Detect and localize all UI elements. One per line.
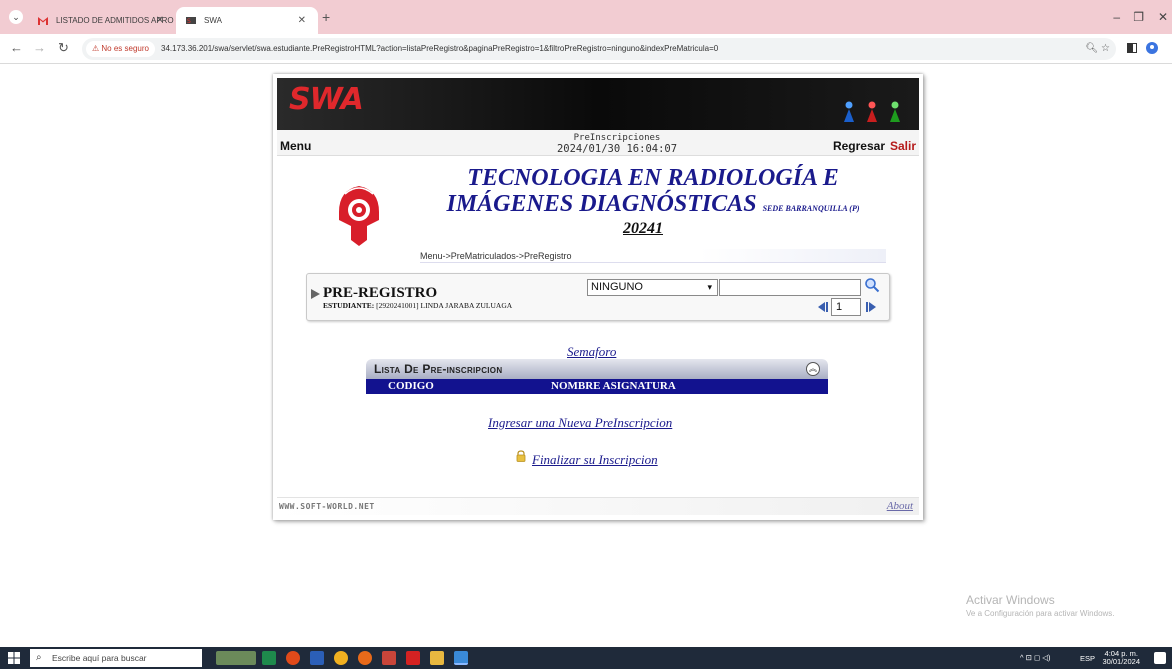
swa-logo: SWA <box>289 82 364 117</box>
nueva-preinscripcion-link[interactable]: Ingresar una Nueva PreInscripcion <box>488 415 672 431</box>
people-icon <box>844 101 900 122</box>
program-title: TECNOLOGIA EN RADIOLOGÍA E IMÁGENES DIAG… <box>413 165 893 222</box>
lock-icon <box>516 450 526 462</box>
language-indicator[interactable]: ESP <box>1080 654 1095 663</box>
acrobat-icon[interactable] <box>406 651 420 665</box>
url-field[interactable]: ⚠ No es seguro 34.173.36.201/swa/servlet/… <box>82 38 1116 60</box>
back-icon[interactable]: ← <box>10 40 23 55</box>
url-text: 34.173.36.201/swa/servlet/swa.estudiante… <box>161 44 719 53</box>
list-header: Lista De Pre-inscripcion ︽ <box>366 359 828 379</box>
taskbar-search-input[interactable]: ⌕ Escribe aquí para buscar <box>30 649 202 667</box>
datetime: 2024/01/30 16:04:07 <box>556 143 678 155</box>
preregistro-panel: PRE-REGISTRO ESTUDIANTE: [2920241001] LI… <box>306 273 890 321</box>
period-label: 20241 <box>623 220 663 237</box>
watermark-title: Activar Windows <box>966 593 1055 607</box>
search-icon[interactable] <box>864 277 880 293</box>
collapse-icon[interactable]: ︽ <box>806 362 820 376</box>
search-icon: ⌕ <box>36 652 42 663</box>
swa-favicon-icon: S <box>186 17 196 25</box>
tab-listado-admitidos[interactable]: LISTADO DE ADMITIDOS APRO ✕ <box>28 7 176 34</box>
footer: WWW.SOFT-WORLD.NET About <box>277 497 919 515</box>
swa-window: SWA Menu PreInscripciones 2024/01/30 16:… <box>273 74 923 520</box>
column-nombre-asignatura: NOMBRE ASIGNATURA <box>551 380 676 392</box>
student-value: [2920241001] LINDA JARABA ZULUAGA <box>376 301 513 310</box>
regresar-link[interactable]: Regresar <box>833 139 885 153</box>
windows-activation-watermark: Activar Windows Ve a Configuración para … <box>966 593 1115 618</box>
student-label: ESTUDIANTE: <box>323 301 375 310</box>
chrome-icon[interactable] <box>334 651 348 665</box>
word-icon[interactable] <box>310 651 324 665</box>
close-tab-icon[interactable]: ✕ <box>156 7 164 34</box>
preinscripcion-list: Lista De Pre-inscripcion ︽ CODIGO NOMBRE… <box>366 359 828 396</box>
news-widget-icon[interactable] <box>216 651 256 665</box>
reload-icon[interactable]: ↻ <box>58 40 69 56</box>
windows-taskbar: ⌕ Escribe aquí para buscar ^ ⊡ ◻ ◁) ESP … <box>0 647 1172 669</box>
page-number-input[interactable]: 1 <box>831 298 861 316</box>
close-window-icon[interactable]: ✕ <box>1158 10 1168 24</box>
close-tab-icon[interactable]: ✕ <box>298 7 306 34</box>
salir-link[interactable]: Salir <box>890 139 916 153</box>
sidepanel-icon[interactable] <box>1126 42 1138 54</box>
address-bar-row: ← → ↻ ⚠ No es seguro 34.173.36.201/swa/se… <box>0 34 1172 64</box>
taskbar-search-placeholder: Escribe aquí para buscar <box>52 653 147 663</box>
search-input[interactable] <box>719 279 861 296</box>
tab-label: SWA <box>204 16 222 25</box>
filter-selected-value: NINGUNO <box>591 281 643 293</box>
footer-brand: WWW.SOFT-WORLD.NET <box>279 502 375 511</box>
filter-select[interactable]: NINGUNO ▾ <box>587 279 718 296</box>
swa-banner: SWA <box>277 78 919 130</box>
excel-icon[interactable] <box>262 651 276 665</box>
list-title: Lista De Pre-inscripcion <box>374 362 503 376</box>
page-viewport: SWA Menu PreInscripciones 2024/01/30 16:… <box>0 64 1172 638</box>
not-secure-badge[interactable]: ⚠ No es seguro <box>86 41 155 57</box>
minimize-icon[interactable]: – <box>1113 10 1120 24</box>
list-column-header: CODIGO NOMBRE ASIGNATURA <box>366 379 828 394</box>
previous-page-icon[interactable] <box>817 301 829 313</box>
preregistro-heading: PRE-REGISTRO <box>323 285 438 301</box>
tab-swa[interactable]: S SWA ✕ <box>176 7 318 34</box>
menu-link[interactable]: Menu <box>280 139 311 153</box>
about-link[interactable]: About <box>887 500 913 512</box>
firefox-icon[interactable] <box>358 651 372 665</box>
sede-label: SEDE BARRANQUILLA (P) <box>762 204 860 213</box>
notification-icon[interactable] <box>1154 652 1166 664</box>
semaforo-link[interactable]: Semaforo <box>567 344 616 360</box>
svg-text:S: S <box>187 18 191 25</box>
breadcrumb: Menu->PreMatriculados->PreRegistro <box>420 249 886 263</box>
chrome-active-icon[interactable] <box>454 651 468 665</box>
clock-date: 30/01/2024 <box>1102 657 1140 666</box>
chevron-down-icon: ▾ <box>707 282 712 292</box>
maximize-icon[interactable]: ❐ <box>1133 10 1144 24</box>
new-tab-icon[interactable]: + <box>322 9 330 25</box>
file-explorer-icon[interactable] <box>430 651 444 665</box>
student-info: ESTUDIANTE: [2920241001] LINDA JARABA ZU… <box>323 301 512 310</box>
column-codigo: CODIGO <box>388 380 434 392</box>
profile-icon[interactable] <box>1146 42 1158 54</box>
powerpoint-icon[interactable] <box>382 651 396 665</box>
institution-logo-icon <box>339 186 379 246</box>
next-page-icon[interactable] <box>865 301 877 313</box>
expand-arrow-icon[interactable] <box>311 289 320 299</box>
forward-icon[interactable]: → <box>33 40 46 55</box>
app-menu-bar: Menu PreInscripciones 2024/01/30 16:04:0… <box>277 130 919 156</box>
tab-search-icon[interactable]: ⌄ <box>9 10 23 24</box>
browser-tab-bar: ⌄ LISTADO DE ADMITIDOS APRO ✕ S SWA ✕ + … <box>0 0 1172 34</box>
finalizar-inscripcion-link[interactable]: Finalizar su Inscripcion <box>532 452 658 468</box>
tray-icons[interactable]: ^ ⊡ ◻ ◁) <box>1020 653 1051 662</box>
page-title: PreInscripciones 2024/01/30 16:04:07 <box>537 133 697 155</box>
zoom-icon[interactable]: 🔍︎ ☆ <box>1086 38 1110 60</box>
clock[interactable]: 4:04 p. m. 30/01/2024 <box>1102 650 1140 666</box>
not-secure-label: No es seguro <box>101 44 149 53</box>
system-tray: ^ ⊡ ◻ ◁) ESP 4:04 p. m. 30/01/2024 <box>1018 649 1168 667</box>
gmail-icon <box>38 17 48 25</box>
watermark-subtitle: Ve a Configuración para activar Windows. <box>966 609 1115 618</box>
windows-start-icon[interactable] <box>8 652 20 664</box>
office-icon[interactable] <box>286 651 300 665</box>
